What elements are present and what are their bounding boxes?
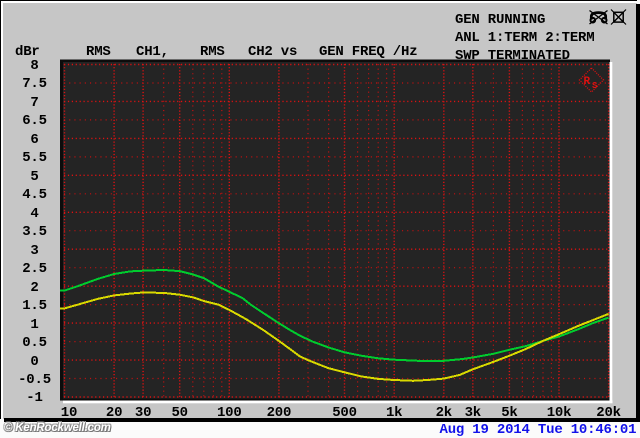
svg-text:S: S [592,81,598,91]
svg-text:R: R [584,76,591,88]
